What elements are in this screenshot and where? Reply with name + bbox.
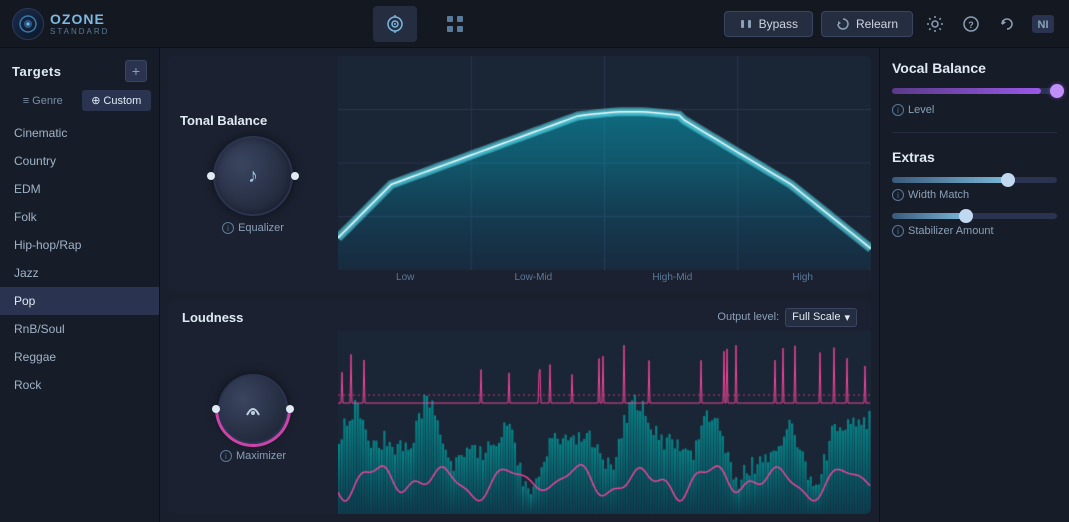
width-match-label: i Width Match [892,189,1057,201]
list-item-jazz[interactable]: Jazz [0,259,159,287]
top-nav: OZONE STANDARD [0,0,1069,48]
maximizer-knob-container: i Maximizer [218,374,288,462]
loudness-title: Loudness [182,310,243,325]
sidebar-tabs: ≡ Genre ⊕ Custom [0,90,159,119]
genre-icon: ≡ [23,95,29,107]
output-level-label: Output level: [717,311,779,323]
logo-ni-button[interactable]: NI [1029,10,1057,38]
tonal-chart-area: Low Low-Mid High-Mid High [338,56,871,292]
width-match-slider-track[interactable] [892,177,1057,183]
tonal-title: Tonal Balance [180,113,267,128]
extras-section: Extras i Width Match i [892,149,1057,237]
stabilizer-label: i Stabilizer Amount [892,225,1057,237]
list-item-rnbsoul[interactable]: RnB/Soul [0,315,159,343]
logo-area: OZONE STANDARD [12,8,109,40]
bypass-button[interactable]: Bypass [724,11,813,37]
sidebar-title: Targets [12,64,62,79]
logo-sub: STANDARD [50,27,109,36]
maximizer-info-icon[interactable]: i [220,450,232,462]
list-item-hiphop[interactable]: Hip-hop/Rap [0,231,159,259]
loudness-header: Loudness Output level: Full Scale ▾ [168,300,871,331]
tonal-axis-labels: Low Low-Mid High-Mid High [338,270,871,289]
equalizer-label: i Equalizer [222,222,284,234]
width-match-slider-fill [892,177,1008,183]
loudness-body: i Maximizer [168,331,871,514]
list-item-rock[interactable]: Rock [0,371,159,399]
stabilizer-slider-fill [892,213,966,219]
width-match-info-icon[interactable]: i [892,189,904,201]
svg-text:NI: NI [1038,19,1049,31]
knob-dot-right [291,172,299,180]
nav-center [125,6,723,42]
logo-text-group: OZONE STANDARD [50,11,109,36]
level-slider-fill [892,88,1041,94]
equalizer-knob[interactable]: ♪ [213,136,293,216]
stabilizer-info-icon[interactable]: i [892,225,904,237]
tonal-chart-canvas [338,56,871,270]
custom-icon: ⊕ [91,94,100,107]
nav-waveform-button[interactable] [373,6,417,42]
dropdown-chevron-icon: ▾ [844,311,850,324]
list-item-folk[interactable]: Folk [0,203,159,231]
level-label: i Level [892,104,1057,116]
undo-button[interactable] [993,10,1021,38]
sidebar-header: Targets + [0,48,159,90]
loudness-chart-area [338,331,871,514]
loudness-chart-canvas [338,331,871,514]
main-content: Targets + ≡ Genre ⊕ Custom Cinematic Cou… [0,48,1069,522]
list-item-country[interactable]: Country [0,147,159,175]
loudness-control: i Maximizer [168,331,338,514]
maximizer-knob[interactable] [218,374,288,444]
level-info-icon[interactable]: i [892,104,904,116]
stabilizer-slider-row: i Stabilizer Amount [892,213,1057,237]
equalizer-knob-container: ♪ i Equalizer [213,136,293,234]
level-slider-track[interactable] [892,88,1057,94]
stabilizer-slider-thumb[interactable] [959,209,973,223]
width-match-slider-row: i Width Match [892,177,1057,201]
sidebar-add-button[interactable]: + [125,60,147,82]
output-level-row: Output level: Full Scale ▾ [717,308,857,327]
extras-title: Extras [892,149,1057,165]
relearn-button[interactable]: Relearn [821,11,913,37]
equalizer-knob-symbol: ♪ [248,165,258,188]
tonal-control: Tonal Balance ♪ i Equalizer [168,56,338,292]
tonal-balance-panel: Tonal Balance ♪ i Equalizer [168,56,871,292]
tab-custom[interactable]: ⊕ Custom [82,90,152,111]
sidebar-list: Cinematic Country EDM Folk Hip-hop/Rap J… [0,119,159,522]
knob-dot-left [207,172,215,180]
right-panel: Vocal Balance i Level Extras [879,48,1069,522]
stabilizer-slider-track[interactable] [892,213,1057,219]
logo-name: OZONE [50,11,109,27]
vocal-balance-section: Vocal Balance i Level [892,60,1057,116]
knob-small-dot-left [212,405,220,413]
logo-icon [12,8,44,40]
list-item-reggae[interactable]: Reggae [0,343,159,371]
equalizer-info-icon[interactable]: i [222,222,234,234]
right-divider [892,132,1057,133]
list-item-cinematic[interactable]: Cinematic [0,119,159,147]
width-match-slider-thumb[interactable] [1001,173,1015,187]
panels-area: Tonal Balance ♪ i Equalizer [160,48,879,522]
output-level-dropdown[interactable]: Full Scale ▾ [785,308,857,327]
vocal-balance-title: Vocal Balance [892,60,1057,76]
nav-right: Bypass Relearn ? [724,10,1057,38]
svg-text:?: ? [968,20,974,30]
tab-genre[interactable]: ≡ Genre [8,90,78,111]
knob-small-dot-right [286,405,294,413]
list-item-pop[interactable]: Pop [0,287,159,315]
maximizer-label: i Maximizer [220,450,286,462]
nav-modules-button[interactable] [433,6,477,42]
settings-button[interactable] [921,10,949,38]
list-item-edm[interactable]: EDM [0,175,159,203]
level-slider-thumb[interactable] [1050,84,1064,98]
loudness-panel-inner: Loudness Output level: Full Scale ▾ [168,300,871,514]
loudness-panel: Loudness Output level: Full Scale ▾ [168,300,871,514]
sidebar: Targets + ≡ Genre ⊕ Custom Cinematic Cou… [0,48,160,522]
help-button[interactable]: ? [957,10,985,38]
level-slider-row: i Level [892,88,1057,116]
